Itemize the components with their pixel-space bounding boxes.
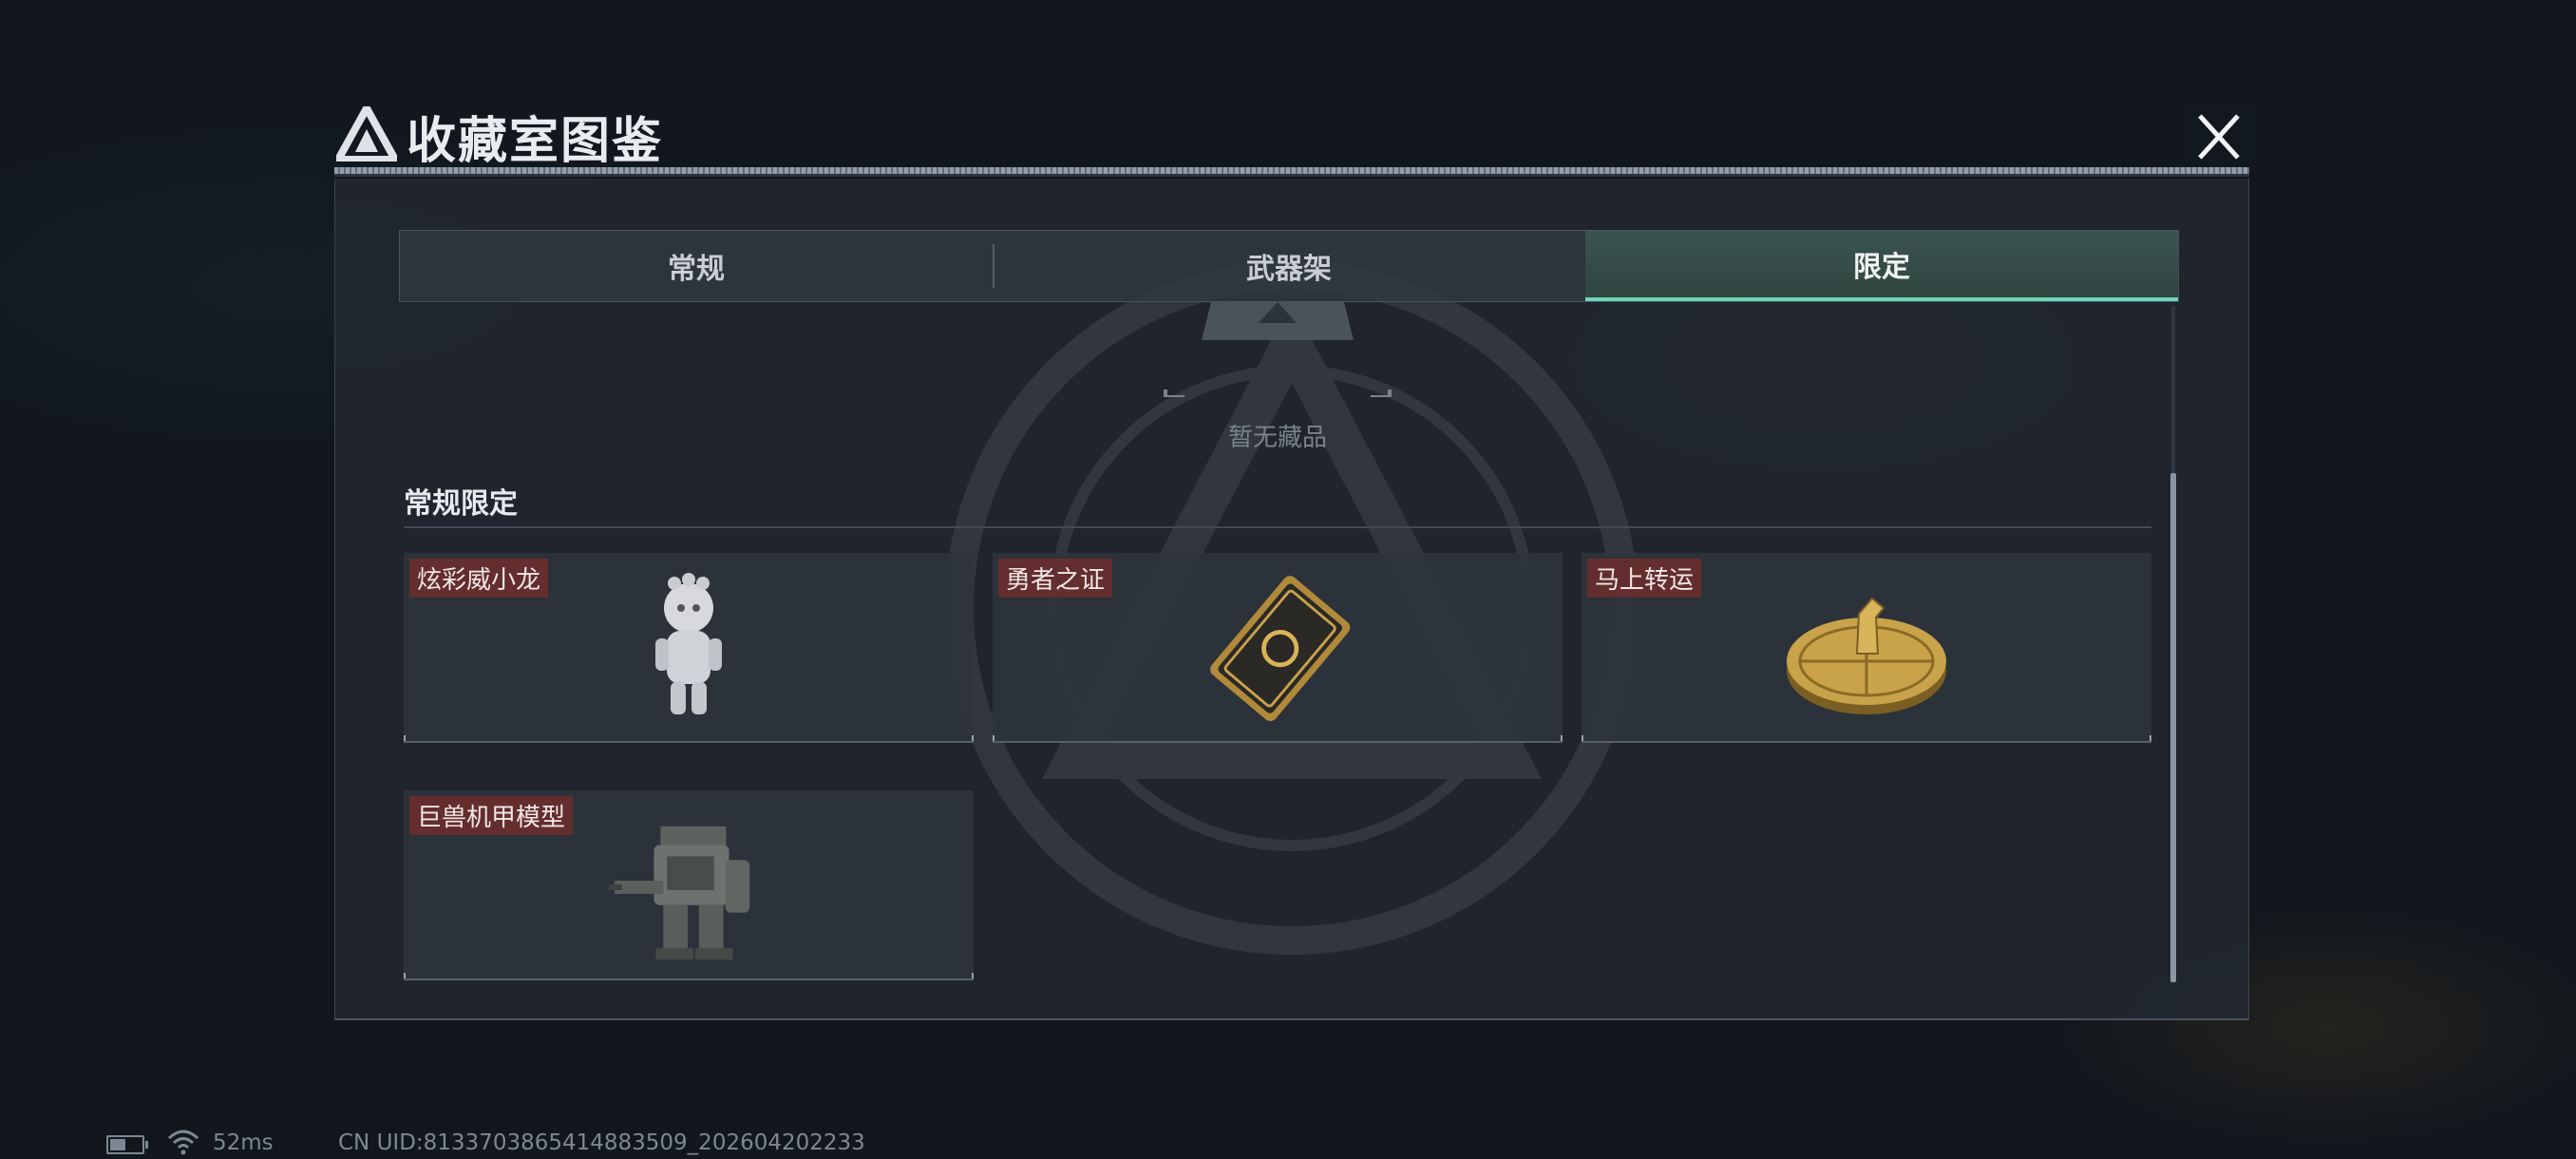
user-id-text: CN UID:8133703865414883509_202604202233	[338, 1130, 865, 1155]
collection-card[interactable]: 炫彩威小龙	[404, 553, 974, 743]
category-tabs: 常规 武器架 限定	[399, 230, 2179, 302]
header-divider	[334, 167, 2249, 174]
mech-model-image	[609, 826, 750, 960]
ping-readout: 52ms	[213, 1130, 274, 1155]
wifi-icon	[167, 1130, 199, 1155]
empty-collection-icon	[1164, 302, 1392, 397]
empty-state-text: 暂无藏品	[1227, 424, 1327, 452]
window-title: 收藏室图鉴	[407, 113, 664, 170]
triangle-logo-icon	[336, 106, 397, 162]
item-name-label: 勇者之证	[998, 559, 1113, 598]
collection-card[interactable]: 马上转运	[1582, 553, 2151, 743]
section-title: 常规限定	[404, 487, 518, 521]
dragon-figurine-image	[655, 573, 722, 714]
tab-weapon-rack[interactable]: 武器架	[993, 231, 1585, 301]
horse-turntable-image	[1787, 597, 1946, 714]
item-name-label: 马上转运	[1587, 559, 1702, 598]
section-divider	[404, 526, 2151, 528]
tab-regular[interactable]: 常规	[400, 231, 993, 301]
close-icon[interactable]	[2181, 103, 2257, 171]
battery-icon	[106, 1135, 148, 1154]
collection-card[interactable]: 勇者之证	[993, 553, 1563, 743]
window-header: 收藏室图鉴	[332, 95, 2251, 171]
item-name-label: 炫彩威小龙	[409, 559, 549, 598]
collection-card[interactable]: 巨兽机甲模型	[404, 790, 974, 980]
item-name-label: 巨兽机甲模型	[409, 796, 574, 835]
gold-card-image	[1210, 576, 1351, 721]
tab-limited[interactable]: 限定	[1585, 231, 2178, 301]
scrollbar-thumb[interactable]	[2170, 473, 2176, 982]
